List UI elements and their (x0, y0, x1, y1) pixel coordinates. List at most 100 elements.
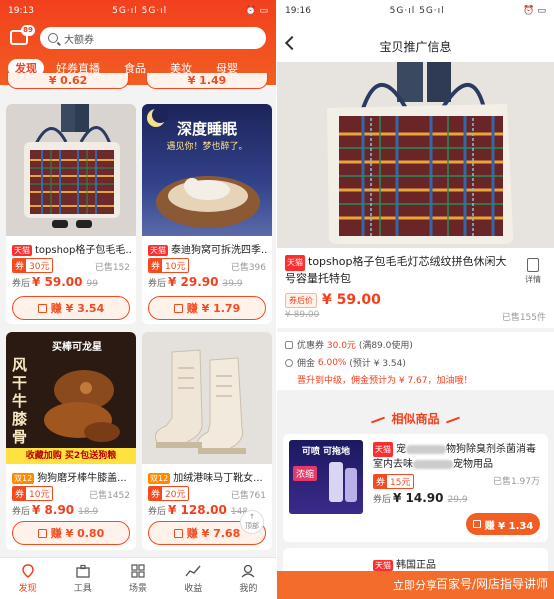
back-to-top-button[interactable]: ↑ 顶部 (240, 510, 264, 534)
price-line: 券后 ¥ 128.00 148 (148, 503, 248, 517)
earn-button[interactable]: 赚 ¥ 1.34 (466, 513, 540, 535)
earn-button[interactable]: 赚 ¥ 1.79 (148, 296, 266, 320)
chart-line-icon (185, 565, 201, 576)
current-price: ¥ 59.00 (322, 292, 381, 308)
watermark: 百家号/网店指导讲师 (435, 577, 548, 591)
current-price: ¥ 128.00 (168, 503, 227, 517)
product-hero-image (277, 62, 554, 248)
document-icon (527, 258, 539, 272)
earn-label: 赚 ¥ 3.54 (50, 302, 105, 315)
user-icon (241, 564, 255, 577)
tab-bar-label: 我的 (239, 583, 258, 594)
search-placeholder: 大额券 (64, 34, 94, 46)
search-bar[interactable]: 大额券 (40, 27, 266, 49)
coupon-badge: 券 10元 (148, 258, 190, 273)
coupon-badge: 券 30元 (12, 258, 54, 273)
sold-count: 已售152 (94, 263, 130, 273)
search-icon (48, 33, 58, 43)
product-image (142, 332, 272, 464)
tab-bar-scenes[interactable]: 场景 (110, 558, 165, 599)
similar-products-heading: 相似商品 (277, 410, 554, 427)
current-price: ¥ 8.90 (32, 503, 75, 517)
earn-label: 赚 ¥ 1.79 (186, 302, 241, 315)
tab-bar-label: 发现 (18, 583, 37, 594)
similar-title: 相似商品 (391, 412, 440, 426)
price-line: 券后 ¥ 8.90 18.9 (12, 503, 98, 517)
title-text: 韩国正品 (396, 560, 436, 571)
coupon-value: 10元 (29, 490, 50, 500)
commission-rate: 6.00% (317, 357, 347, 368)
decor-dash (371, 416, 386, 423)
after-coupon-label: 券后 (148, 279, 167, 289)
tmall-badge: 天猫 (285, 255, 305, 271)
detail-button[interactable]: 详情 (520, 258, 546, 285)
tab-bar-label: 工具 (73, 583, 92, 594)
partial-earn-button[interactable]: ¥ 1.49 (146, 73, 268, 89)
tmall-badge: 天猫 (148, 245, 168, 256)
original-price: 99 (86, 279, 98, 289)
price-line: 券后 ¥ 14.90 29.9 (373, 491, 468, 505)
coupon-badge: 券 10元 (12, 486, 54, 501)
sold-count: 已售396 (230, 263, 266, 273)
bottom-tabbar: 发现 工具 场景 收益 我的 (0, 557, 276, 599)
coupon-note: (满89.0使用) (358, 341, 413, 351)
product-image (6, 104, 136, 236)
product-card[interactable]: 天猫 topshop格子包毛毛... 券 30元 已售152 券后 ¥ 59.00 99… (6, 104, 136, 324)
status-signal: 5G·ıl 5G·ıl (389, 6, 445, 16)
product-card[interactable]: 买棒可龙星 风干牛膝骨 收藏加购 买2包送狗粮 双12 狗狗磨牙棒牛膝盖... 券… (6, 332, 136, 550)
status-bar: 19:13 5G·ıl 5G·ıl ⏰ ▭ (8, 4, 268, 18)
after-coupon-tag: 券后价 (285, 292, 317, 308)
page-title: 宝贝推广信息 (379, 40, 452, 54)
product-title: 天猫 topshop格子包毛毛灯芯绒纹拼色休闲大号容量托特包 (285, 254, 517, 287)
partial-price-right: ¥ 1.49 (187, 74, 227, 87)
back-to-top-label: 顶部 (245, 522, 259, 530)
sold-count: 已售1.97万 (492, 477, 540, 487)
coupon-value: 10元 (165, 262, 186, 272)
partial-earn-button[interactable]: ¥ 0.62 (7, 73, 129, 89)
tmall-badge: 天猫 (12, 245, 32, 256)
similar-product-card[interactable]: 可喷 可拖地 浓缩 天猫宠物狗除臭剂杀菌消毒室内去味 宠物用品 券 15元 已售1.… (283, 434, 548, 542)
status-signal: 5G·ıl 5G·ıl (112, 6, 168, 16)
coupon-badge: 券 20元 (148, 486, 190, 501)
tab-bar-discover[interactable]: 发现 (0, 558, 55, 599)
product-card[interactable]: 深度睡眠 遇见你！梦也醉了。 天猫 泰迪狗窝可拆洗四季... 券 10元 已售396… (142, 104, 272, 324)
tab-bar-mine[interactable]: 我的 (221, 558, 276, 599)
coin-icon (285, 358, 293, 367)
blurred-text (413, 459, 453, 469)
price-line: 券后价 ¥ 59.00 (285, 292, 381, 308)
tmall-badge: 天猫 (373, 442, 393, 457)
partial-price-left: ¥ 0.62 (48, 74, 88, 87)
original-price: ¥ 89.00 (285, 310, 320, 320)
tab-bar-earnings[interactable]: 收益 (166, 558, 221, 599)
coupon-label-icon: 券 (374, 475, 388, 488)
status-right: ⏰ ▭ (245, 6, 268, 16)
original-price: 39.9 (222, 279, 243, 289)
product-title: topshop格子包毛毛... (35, 245, 132, 256)
similar-product-title: 天猫宠物狗除臭剂杀菌消毒室内去味 宠物用品 (373, 442, 541, 472)
arrow-up-icon: ↑ (249, 513, 255, 521)
tmall-badge: 天猫 (373, 560, 393, 571)
toolbox-icon (76, 564, 90, 578)
sold-count: 已售155件 (501, 313, 546, 323)
product-title: 加绒港味马丁靴女... (173, 473, 263, 484)
sold-count: 已售761 (230, 491, 266, 501)
detail-label: 详情 (525, 275, 541, 284)
similar-product-image: 可喷 可拖地 浓缩 (289, 440, 363, 514)
earn-button[interactable]: 赚 ¥ 0.80 (12, 521, 130, 545)
share-label: 立即分享 (393, 579, 437, 592)
coupon-value: 20元 (165, 490, 186, 500)
earn-button[interactable]: 赚 ¥ 3.54 (12, 296, 130, 320)
coupon-icon (285, 340, 293, 349)
blurred-text (406, 444, 446, 454)
left-screen: 19:13 5G·ıl 5G·ıl ⏰ ▭ 89 大额券 发现 好券直播 食品 … (0, 0, 276, 599)
product-title-text: topshop格子包毛毛灯芯绒纹拼色休闲大号容量托特包 (285, 255, 507, 285)
status-time: 19:13 (8, 6, 34, 16)
grid-icon (131, 563, 145, 578)
commission-panel: 优惠券 30.0元 (满89.0使用) 佣金 6.00% (预计 ¥ 3.54)… (277, 332, 554, 390)
tab-bar-tools[interactable]: 工具 (55, 558, 110, 599)
coupon-label: 优惠券 (297, 341, 325, 351)
product-image: 深度睡眠 遇见你！梦也醉了。 (142, 104, 272, 236)
commission-estimate: (预计 ¥ 3.54) (349, 359, 406, 369)
tab-bar-label: 收益 (184, 583, 203, 594)
upgrade-hint: 晋升到中级，佣金预计为 ¥ 7.67，加油哦！ (297, 376, 473, 386)
